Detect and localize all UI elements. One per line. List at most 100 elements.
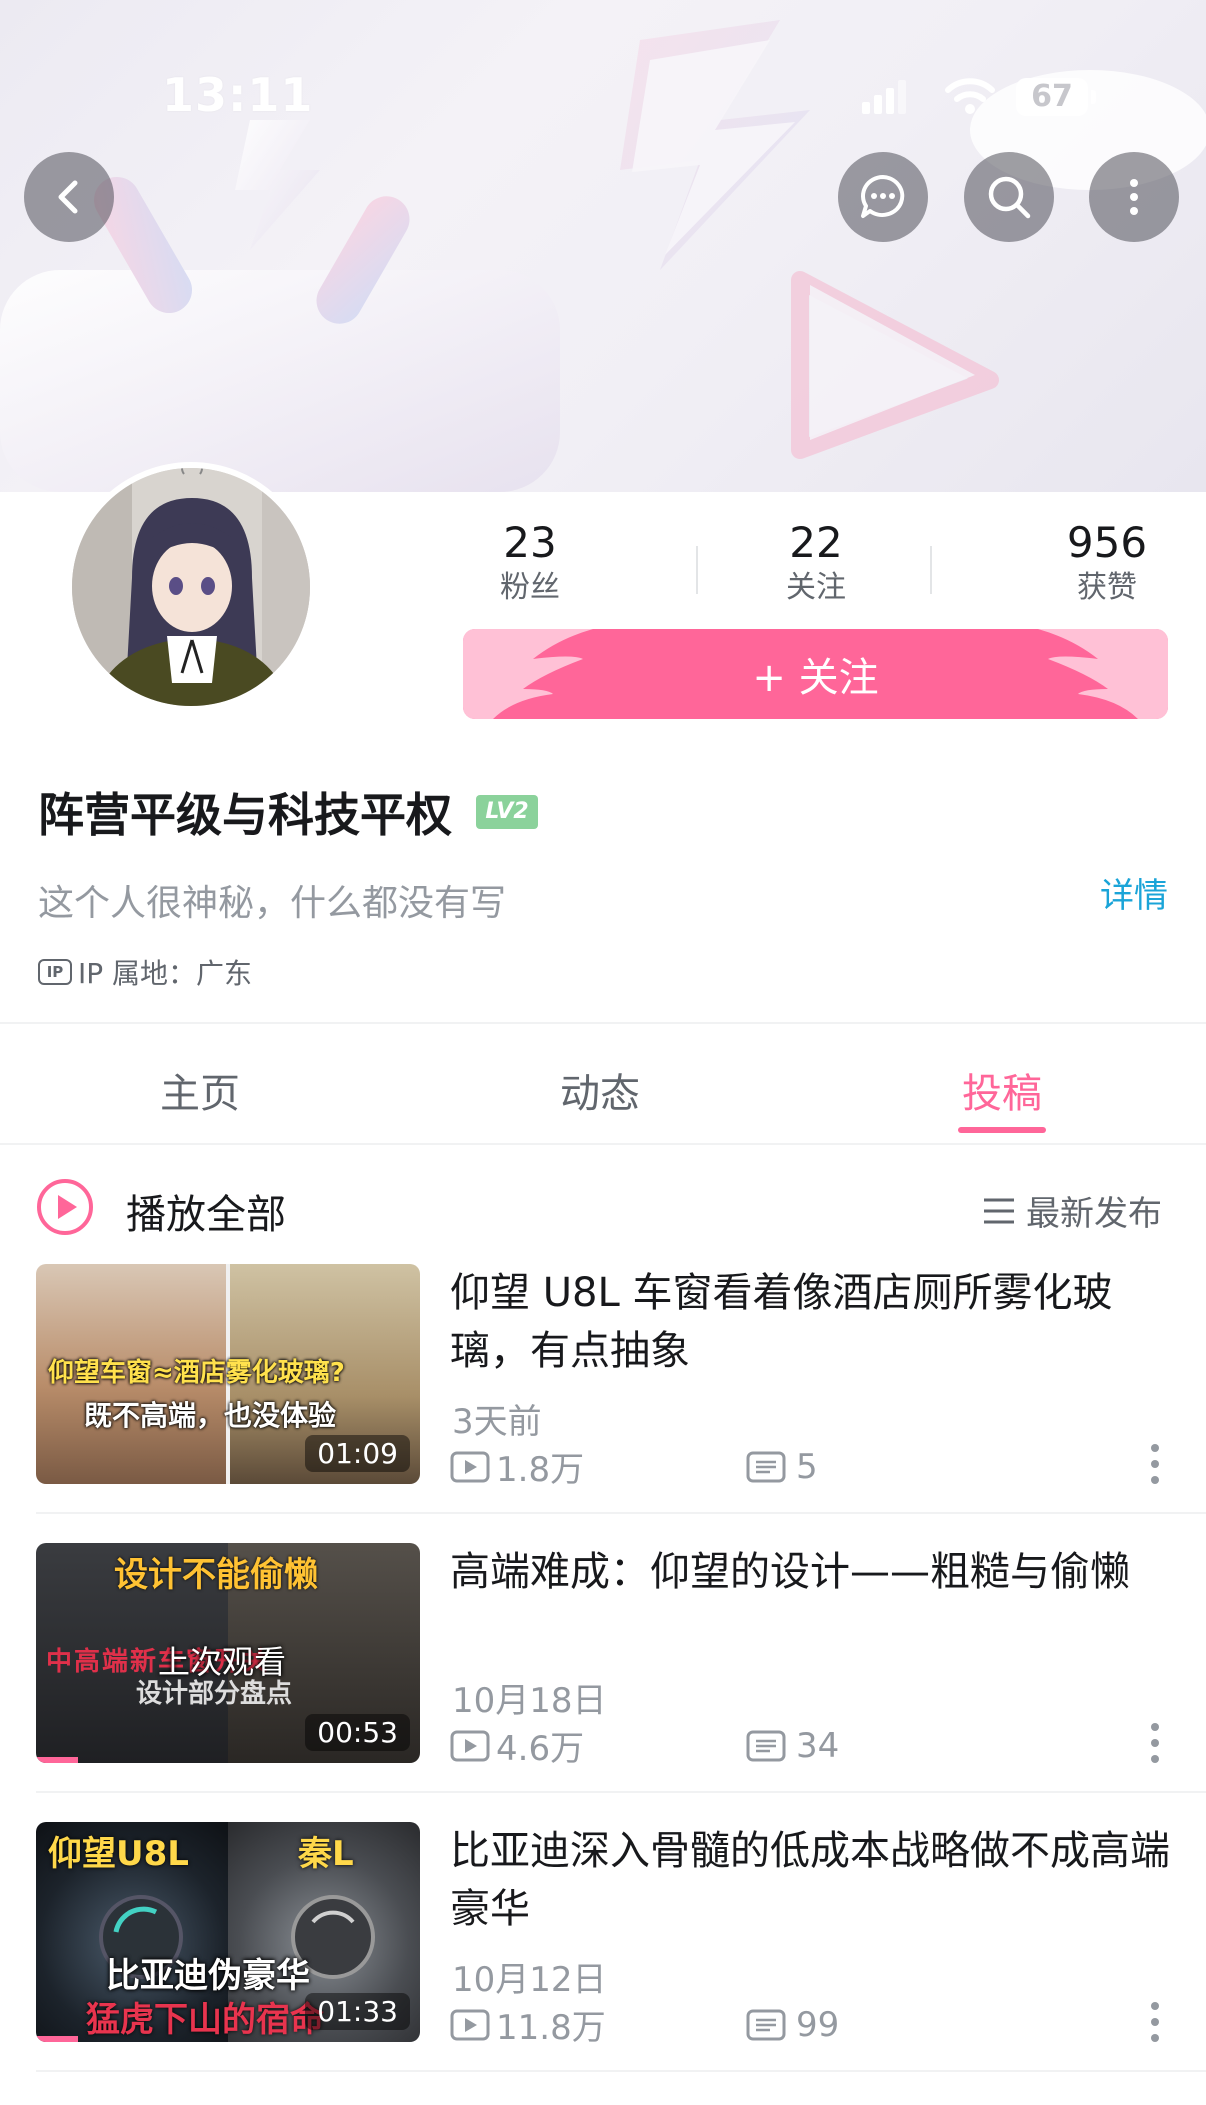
likes-count: 956 — [1066, 518, 1148, 567]
active-tab-indicator — [958, 1127, 1046, 1133]
avatar[interactable] — [66, 462, 316, 712]
cellular-signal-icon — [862, 80, 906, 114]
search-icon — [988, 176, 1031, 219]
watch-progress-bar — [36, 1757, 78, 1763]
video-more-icon[interactable] — [1148, 1442, 1162, 1486]
bio-text: 这个人很神秘，什么都没有写 — [38, 883, 507, 924]
danmaku-icon — [746, 1451, 786, 1482]
profile-tabs: 主页 动态 投稿 — [0, 1025, 1206, 1145]
video-item[interactable]: 仰望U8L 秦L 比亚迪伪豪华 猛虎下山的宿命 01:33 比亚迪深入骨髓的低成… — [0, 1822, 1206, 2072]
video-meta: 1.8万 5 — [450, 1442, 818, 1491]
tab-home[interactable]: 主页 — [160, 1061, 240, 1119]
video-title[interactable]: 高端难成：仰望的设计——粗糙与偷懒 — [450, 1543, 1170, 1601]
message-button[interactable] — [838, 152, 928, 242]
search-button[interactable] — [964, 152, 1054, 242]
ip-location: IP IP 属地：广东 — [38, 952, 252, 992]
section-divider — [0, 1143, 1206, 1145]
video-title[interactable]: 比亚迪深入骨髓的低成本战略做不成高端豪华 — [450, 1822, 1170, 1938]
video-title[interactable]: 仰望 U8L 车窗看着像酒店厕所雾化玻璃，有点抽象 — [450, 1264, 1170, 1380]
play-all-icon[interactable] — [36, 1178, 94, 1236]
video-more-icon[interactable] — [1148, 2000, 1162, 2044]
fans-label: 粉丝 — [500, 570, 560, 605]
thumbnail-caption: 设计不能偷懒 — [114, 1555, 318, 1595]
status-bar: 13:11 67 — [0, 60, 1206, 140]
profile-stats: 23 粉丝 22 关注 956 获赞 — [440, 518, 1190, 608]
view-count: 11.8万 — [496, 2008, 606, 2048]
video-thumbnail[interactable]: 仰望U8L 秦L 比亚迪伪豪华 猛虎下山的宿命 01:33 — [36, 1822, 420, 2042]
video-meta: 4.6万 34 — [450, 1721, 839, 1770]
wifi-icon — [945, 78, 995, 114]
fans-stat[interactable]: 23 粉丝 — [440, 518, 620, 608]
sort-label: 最新发布 — [1026, 1194, 1162, 1234]
item-separator — [36, 1512, 1206, 1514]
danmaku-icon — [746, 2009, 786, 2040]
video-date: 10月18日 — [452, 1681, 607, 1721]
play-count-icon — [450, 2009, 490, 2040]
back-icon — [58, 180, 78, 214]
thumbnail-caption: 比亚迪伪豪华 — [106, 1956, 310, 1996]
play-all-row: 播放全部 最新发布 — [0, 1170, 1206, 1250]
danmaku-count: 34 — [796, 1725, 840, 1766]
back-button[interactable] — [24, 152, 114, 242]
play-count-icon — [450, 1451, 490, 1482]
video-meta: 11.8万 99 — [450, 2000, 839, 2049]
profile-banner: 13:11 67 — [0, 0, 1206, 492]
battery-indicator: 67 — [1016, 78, 1088, 116]
username-row: 阵营平级与科技平权 LV2 — [38, 782, 538, 842]
video-item[interactable]: 仰望车窗≈酒店雾化玻璃? 既不高端，也没体验 01:09 仰望 U8L 车窗看着… — [0, 1264, 1206, 1514]
last-watched-label: 上次观看 — [158, 1643, 287, 1681]
fans-count: 23 — [503, 518, 557, 567]
video-thumbnail[interactable]: 仰望车窗≈酒店雾化玻璃? 既不高端，也没体验 01:09 — [36, 1264, 420, 1484]
level-badge: LV2 — [476, 795, 538, 829]
details-link[interactable]: 详情 — [1100, 868, 1168, 917]
tab-posts[interactable]: 投稿 — [962, 1061, 1042, 1119]
following-count: 22 — [789, 518, 843, 567]
tab-dynamic[interactable]: 动态 — [560, 1061, 640, 1119]
ip-location-text: IP 属地：广东 — [78, 957, 253, 990]
video-duration: 01:09 — [305, 1435, 410, 1472]
danmaku-group: 5 — [746, 1447, 818, 1487]
view-count: 4.6万 — [496, 1729, 585, 1769]
view-count: 1.8万 — [496, 1450, 585, 1490]
follow-button[interactable]: + 关注 — [463, 629, 1168, 719]
video-more-icon[interactable] — [1148, 1721, 1162, 1765]
thumbnail-caption: 仰望U8L — [48, 1834, 189, 1874]
sort-button[interactable]: 最新发布 — [982, 1186, 1162, 1235]
sort-icon — [984, 1198, 1014, 1223]
video-thumbnail[interactable]: 设计不能偷懒 中高端新车窗开关 设计部分盘点 上次观看 00:53 — [36, 1543, 420, 1763]
thumbnail-caption: 秦L — [298, 1834, 354, 1874]
likes-label: 获赞 — [1077, 570, 1137, 605]
danmaku-count: 99 — [796, 2004, 840, 2045]
thumbnail-caption: 仰望车窗≈酒店雾化玻璃? — [48, 1358, 345, 1388]
profile-page: 13:11 67 23 粉丝 22 关注 956 获赞 + 关注 阵营平级与科技… — [0, 0, 1206, 2105]
likes-stat: 956 获赞 — [1017, 518, 1197, 608]
thumbnail-caption: 既不高端，也没体验 — [84, 1399, 337, 1432]
follow-button-label: + 关注 — [752, 655, 879, 701]
watch-progress-bar — [36, 2036, 78, 2042]
danmaku-group: 34 — [746, 1726, 839, 1766]
stat-divider — [930, 546, 932, 594]
play-count-icon — [450, 1730, 490, 1761]
following-stat[interactable]: 22 关注 — [726, 518, 906, 608]
battery-nub — [1091, 90, 1096, 104]
danmaku-icon — [746, 1730, 786, 1761]
wing-left-decoration — [463, 629, 593, 719]
video-item[interactable]: 设计不能偷懒 中高端新车窗开关 设计部分盘点 上次观看 00:53 高端难成：仰… — [0, 1543, 1206, 1793]
thumbnail-caption: 猛虎下山的宿命 — [86, 2000, 324, 2040]
item-separator — [36, 1791, 1206, 1793]
avatar-image — [72, 468, 310, 706]
video-duration: 01:33 — [305, 1993, 410, 2030]
play-all-button[interactable]: 播放全部 — [126, 1182, 286, 1240]
video-duration: 00:53 — [305, 1714, 410, 1751]
more-vertical-icon — [1130, 179, 1138, 215]
more-options-button[interactable] — [1089, 152, 1179, 242]
stat-divider — [696, 546, 698, 594]
item-separator — [36, 2070, 1206, 2072]
video-date: 3天前 — [452, 1402, 542, 1442]
section-divider — [0, 1022, 1206, 1024]
video-date: 10月12日 — [452, 1960, 607, 2000]
status-time: 13:11 — [162, 68, 314, 122]
danmaku-group: 99 — [746, 2005, 839, 2045]
ip-icon: IP — [38, 959, 72, 985]
username: 阵营平级与科技平权 — [38, 788, 452, 842]
